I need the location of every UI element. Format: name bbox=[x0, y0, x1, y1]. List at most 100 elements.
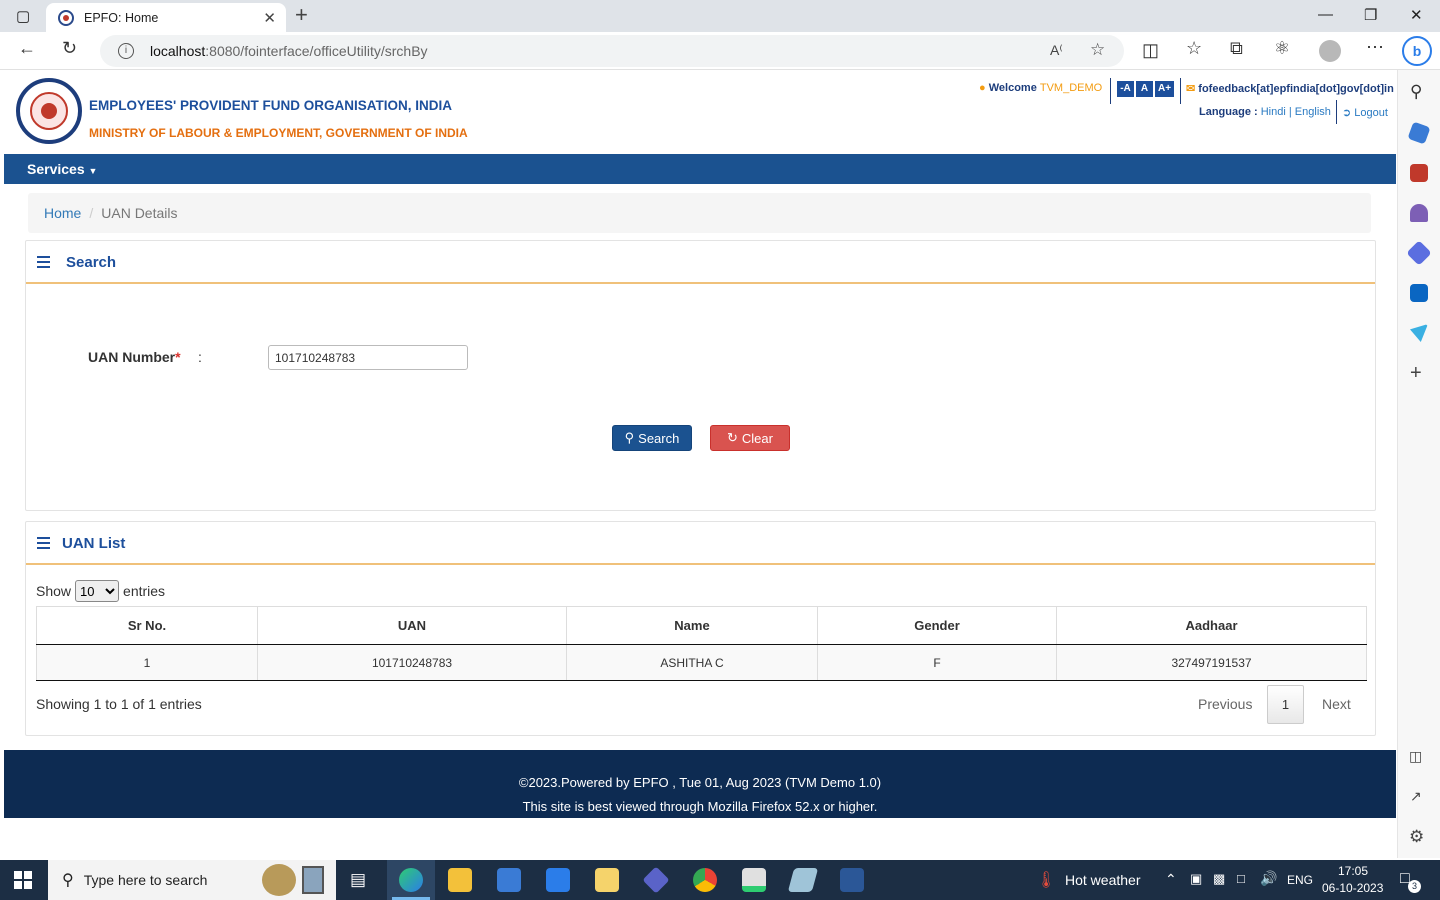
bing-copilot-icon[interactable]: b bbox=[1402, 36, 1432, 66]
font-increase-button[interactable]: A+ bbox=[1155, 81, 1174, 97]
col-name[interactable]: Name bbox=[566, 606, 818, 645]
open-external-icon[interactable]: ↗ bbox=[1410, 788, 1422, 805]
more-icon[interactable]: ⋯ bbox=[1366, 37, 1384, 58]
search-button[interactable]: ⚲ Search bbox=[612, 425, 692, 451]
read-aloud-icon[interactable]: A⁽ bbox=[1050, 42, 1063, 59]
uan-list-title: UAN List bbox=[62, 535, 126, 552]
collections-icon[interactable]: ⧉ bbox=[1230, 38, 1243, 59]
windows-start-icon[interactable] bbox=[14, 871, 32, 889]
close-tab-icon[interactable]: ✕ bbox=[263, 9, 276, 27]
search-icon: ⚲ bbox=[62, 872, 74, 889]
tab-actions-icon[interactable]: ▢ bbox=[16, 7, 30, 25]
services-menu[interactable]: Services ▼ bbox=[27, 161, 97, 177]
games-icon[interactable] bbox=[1410, 204, 1428, 222]
meet-icon[interactable]: ▣ bbox=[1190, 871, 1202, 887]
search-highlight-image bbox=[262, 864, 296, 896]
logout-icon: ➲ bbox=[1342, 107, 1352, 119]
profile-avatar[interactable] bbox=[1319, 40, 1341, 62]
back-icon[interactable]: ← bbox=[18, 38, 36, 59]
sidebar-layout-icon[interactable]: ◫ bbox=[1409, 748, 1422, 765]
drop-send-icon[interactable] bbox=[1410, 324, 1428, 342]
favorites-icon[interactable]: ☆ bbox=[1186, 38, 1202, 59]
settings-gear-icon[interactable]: ⚙ bbox=[1409, 827, 1424, 847]
clock-date[interactable]: 06-10-2023 bbox=[1322, 881, 1383, 895]
col-aadhaar[interactable]: Aadhaar bbox=[1056, 606, 1367, 645]
display-icon[interactable]: ▩ bbox=[1213, 871, 1225, 887]
tools-briefcase-icon[interactable] bbox=[1410, 164, 1428, 182]
sidebar-search-icon[interactable]: ⚲ bbox=[1410, 82, 1422, 102]
font-decrease-button[interactable]: -A bbox=[1117, 81, 1134, 97]
ministry-name: MINISTRY OF LABOUR & EMPLOYMENT, GOVERNM… bbox=[89, 126, 468, 140]
previous-page-button[interactable]: Previous bbox=[1198, 696, 1252, 712]
uan-list-panel-header: UAN List bbox=[26, 522, 1375, 565]
taskbar-search-box[interactable]: ⚲ Type here to search bbox=[48, 860, 336, 900]
lang-english-link[interactable]: English bbox=[1295, 106, 1331, 118]
task-view-icon[interactable]: ▤ bbox=[350, 870, 366, 890]
feedback-email-text: fofeedback[at]epfindia[dot]gov[dot]in bbox=[1198, 83, 1394, 95]
edge-browser-icon[interactable] bbox=[399, 868, 423, 892]
url-field[interactable]: i localhost:8080/fointerface/officeUtili… bbox=[100, 35, 1124, 67]
menu-lines-icon bbox=[37, 537, 50, 552]
logout-link[interactable]: ➲ Logout bbox=[1342, 106, 1388, 119]
url-host: localhost bbox=[150, 43, 206, 59]
clear-button-label: Clear bbox=[741, 430, 773, 446]
uan-number-label: UAN Number* bbox=[88, 349, 181, 365]
minimize-icon[interactable]: — bbox=[1318, 6, 1333, 23]
input-language[interactable]: ENG bbox=[1287, 873, 1313, 887]
cube-app-icon[interactable] bbox=[642, 866, 670, 894]
add-sidebar-app-icon[interactable]: + bbox=[1410, 362, 1422, 385]
font-normal-button[interactable]: A bbox=[1136, 81, 1153, 97]
clear-button[interactable]: ↻ Clear bbox=[710, 425, 790, 451]
media-app-icon[interactable] bbox=[742, 868, 766, 892]
page-1-button[interactable]: 1 bbox=[1267, 685, 1304, 724]
outlook-icon[interactable] bbox=[1410, 284, 1428, 302]
sticky-app-icon[interactable] bbox=[595, 868, 619, 892]
chrome-icon[interactable] bbox=[693, 868, 717, 892]
notepad-icon[interactable] bbox=[787, 868, 819, 892]
col-sr-no[interactable]: Sr No. bbox=[36, 606, 258, 645]
split-screen-icon[interactable]: ◫ bbox=[1142, 40, 1159, 61]
uan-label-text: UAN Number bbox=[88, 349, 176, 365]
search-highlight-device bbox=[302, 866, 324, 894]
microsoft-store-icon[interactable] bbox=[497, 868, 521, 892]
lang-separator: | bbox=[1288, 106, 1292, 118]
notification-count: 3 bbox=[1408, 880, 1421, 893]
org-name: EMPLOYEES' PROVIDENT FUND ORGANISATION, … bbox=[89, 98, 452, 113]
new-tab-icon[interactable]: + bbox=[295, 2, 308, 28]
uan-number-input[interactable] bbox=[268, 345, 468, 370]
refresh-icon: ↻ bbox=[727, 430, 738, 445]
col-uan[interactable]: UAN bbox=[257, 606, 567, 645]
refresh-icon[interactable]: ↻ bbox=[62, 38, 77, 59]
page-size-select[interactable]: 10 bbox=[75, 580, 120, 602]
word-icon[interactable] bbox=[840, 868, 864, 892]
footer-copyright: ©2023.Powered by EPFO , Tue 01, Aug 2023… bbox=[518, 775, 882, 790]
weather-text[interactable]: Hot weather bbox=[1065, 872, 1140, 888]
browser-tab[interactable]: EPFO: Home ✕ bbox=[46, 3, 286, 32]
cell-uan: 101710248783 bbox=[257, 644, 567, 681]
cell-aadhaar: 327497191537 bbox=[1056, 644, 1367, 681]
col-gender[interactable]: Gender bbox=[817, 606, 1057, 645]
volume-icon[interactable]: 🔊 bbox=[1260, 870, 1277, 887]
cell-name: ASHITHA C bbox=[566, 644, 818, 681]
network-icon[interactable]: □ bbox=[1237, 871, 1245, 886]
microsoft365-icon[interactable] bbox=[1406, 240, 1432, 266]
shopping-tag-icon[interactable] bbox=[1407, 121, 1431, 145]
clock-time[interactable]: 17:05 bbox=[1338, 864, 1368, 878]
restore-icon[interactable]: ❐ bbox=[1364, 6, 1377, 24]
site-info-icon[interactable]: i bbox=[118, 43, 134, 59]
file-explorer-icon[interactable] bbox=[448, 868, 472, 892]
welcome-text: ● Welcome TVM_DEMO bbox=[979, 82, 1102, 94]
username: TVM_DEMO bbox=[1039, 82, 1103, 94]
mail-icon[interactable] bbox=[546, 868, 570, 892]
performance-icon[interactable]: ⚛ bbox=[1274, 38, 1290, 59]
browser-tab-bar: ▢ EPFO: Home ✕ + — ❐ ✕ bbox=[0, 0, 1440, 32]
tray-chevron-icon[interactable]: ⌃ bbox=[1165, 871, 1177, 888]
edge-sidebar: ⚲ + ◫ ↗ ⚙ bbox=[1397, 70, 1440, 858]
address-bar-row: ← ↻ i localhost:8080/fointerface/officeU… bbox=[0, 32, 1440, 70]
feedback-email[interactable]: ✉ fofeedback[at]epfindia[dot]gov[dot]in bbox=[1186, 82, 1394, 95]
breadcrumb-home[interactable]: Home bbox=[44, 205, 81, 221]
favorite-star-icon[interactable]: ☆ bbox=[1090, 40, 1105, 60]
next-page-button[interactable]: Next bbox=[1322, 696, 1351, 712]
lang-hindi-link[interactable]: Hindi bbox=[1261, 106, 1286, 118]
close-window-icon[interactable]: ✕ bbox=[1410, 6, 1423, 24]
